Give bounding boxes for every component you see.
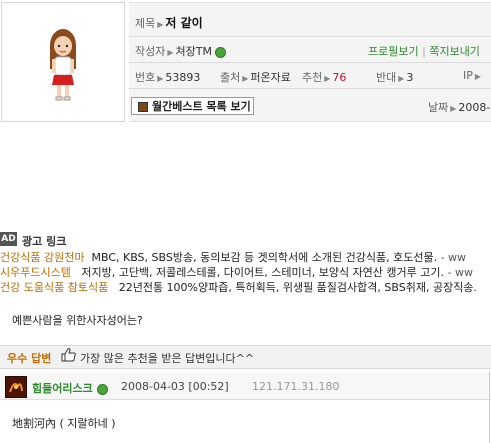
ad-item-link[interactable]: - ww bbox=[448, 266, 473, 279]
arrow-right-icon: ▶ bbox=[474, 72, 482, 81]
ad-item-desc: MBC, KBS, SBS방송, 동의보감 등 겟의학서에 소개된 건강식품, … bbox=[91, 251, 438, 264]
recommend-label: 추천 bbox=[302, 71, 323, 84]
avatar bbox=[50, 29, 76, 101]
title-label: 제목 bbox=[135, 17, 156, 30]
post-number: 53893 bbox=[165, 71, 201, 84]
ad-list: 건강식품 강원천마 MBC, KBS, SBS방송, 동의보감 등 겟의학서에 … bbox=[0, 250, 477, 295]
answer-username-text[interactable]: 힘들어리스크 bbox=[32, 382, 93, 395]
arrow-right-icon: ▶ bbox=[324, 74, 331, 83]
answer-username[interactable]: 힘들어리스크 bbox=[32, 380, 108, 396]
number-label: 번호 bbox=[135, 71, 156, 84]
ad-item[interactable]: 건강식품 강원천마 MBC, KBS, SBS방송, 동의보감 등 겟의학서에 … bbox=[0, 250, 477, 265]
source-field: 출처 ▶ 퍼온자료 bbox=[220, 69, 291, 85]
monthly-best-label: 월간베스트 목록 보기 bbox=[152, 100, 251, 113]
source-value: 퍼온자료 bbox=[250, 71, 291, 84]
separator: | bbox=[422, 45, 426, 58]
divider bbox=[129, 88, 491, 89]
avatar-box bbox=[1, 2, 125, 122]
oppose-field: 반대 ▶ 3 bbox=[376, 69, 413, 85]
ip-field: IP ▶ bbox=[463, 69, 483, 82]
ad-item-desc: 22년전통 100%양파즙, 특허획득, 위생필 품질검사합격, SBS취재, … bbox=[118, 281, 477, 294]
post-date: 2008- bbox=[458, 101, 491, 114]
author-row: 작성자 ▶ 쳐장TM bbox=[135, 43, 227, 59]
best-answer-label: 우수 답변 bbox=[7, 352, 52, 365]
answer-ip: 121.171.31.180 bbox=[252, 380, 340, 393]
recommend-count: 76 bbox=[332, 71, 347, 84]
title-row: 제목 ▶ 저 같이 bbox=[135, 14, 203, 31]
message-link[interactable]: 쪽지보내기 bbox=[429, 45, 480, 58]
arrow-right-icon: ▶ bbox=[157, 74, 164, 83]
arrow-right-icon: ▶ bbox=[157, 20, 164, 29]
divider bbox=[489, 372, 490, 443]
arrow-right-icon: ▶ bbox=[242, 74, 249, 83]
ad-item[interactable]: 건강 도움식품 참토식품 22년전통 100%양파즙, 특허획득, 위생필 품질… bbox=[0, 280, 477, 295]
ad-item[interactable]: 시우푸드시스템 저지방, 고단백, 저콜레스테롤, 다이어트, 스테미너, 보양… bbox=[0, 265, 477, 280]
date-label: 날짜 bbox=[428, 101, 449, 114]
best-answer-description: 가장 많은 추천을 받은 답변입니다^^ bbox=[80, 352, 255, 365]
thumbs-up-icon bbox=[61, 348, 76, 362]
ad-item-name[interactable]: 건강식품 강원천마 bbox=[0, 251, 84, 264]
arrow-right-icon: ▶ bbox=[398, 74, 405, 83]
monthly-best-button[interactable]: 월간베스트 목록 보기 bbox=[131, 97, 254, 115]
source-label: 출처 bbox=[220, 71, 241, 84]
arrow-right-icon: ▶ bbox=[167, 48, 174, 57]
user-avatar-icon bbox=[5, 376, 27, 398]
author-name[interactable]: 쳐장TM bbox=[176, 45, 212, 58]
ad-title: 광고 링크 bbox=[22, 235, 67, 248]
date-field: 날짜 ▶ 2008- bbox=[428, 99, 490, 115]
ad-item-name[interactable]: 건강 도움식품 참토식품 bbox=[0, 281, 108, 294]
question-body: 예쁜사람을 위한사자성어는? bbox=[12, 314, 143, 327]
arrow-right-icon: ▶ bbox=[450, 104, 457, 113]
answer-date: 2008-04-03 [00:52] bbox=[121, 380, 229, 393]
online-status-icon bbox=[215, 46, 227, 58]
online-status-icon bbox=[96, 383, 108, 395]
ip-label: IP bbox=[463, 69, 473, 82]
divider bbox=[129, 36, 491, 37]
author-label: 작성자 bbox=[135, 45, 166, 58]
recommend-field: 추천 ▶ 76 bbox=[302, 69, 346, 85]
author-actions: 프로필보기 | 쪽지보내기 bbox=[368, 43, 480, 59]
ad-item-desc: 저지방, 고단백, 저콜레스테롤, 다이어트, 스테미너, 보양식 자연산 캥거… bbox=[81, 266, 445, 279]
ad-item-name[interactable]: 시우푸드시스템 bbox=[0, 266, 71, 279]
meta-row: 번호 ▶ 53893 bbox=[135, 69, 200, 85]
oppose-count: 3 bbox=[406, 71, 414, 84]
ad-item-link[interactable]: - ww bbox=[441, 251, 466, 264]
profile-link[interactable]: 프로필보기 bbox=[368, 45, 419, 58]
answer-body: 地割河內 ( 지랄하네 ) bbox=[12, 417, 116, 430]
oppose-label: 반대 bbox=[376, 71, 397, 84]
divider bbox=[129, 62, 491, 63]
post-title: 저 같이 bbox=[165, 16, 203, 30]
list-icon bbox=[138, 102, 148, 112]
ad-tag: AD bbox=[0, 232, 17, 246]
